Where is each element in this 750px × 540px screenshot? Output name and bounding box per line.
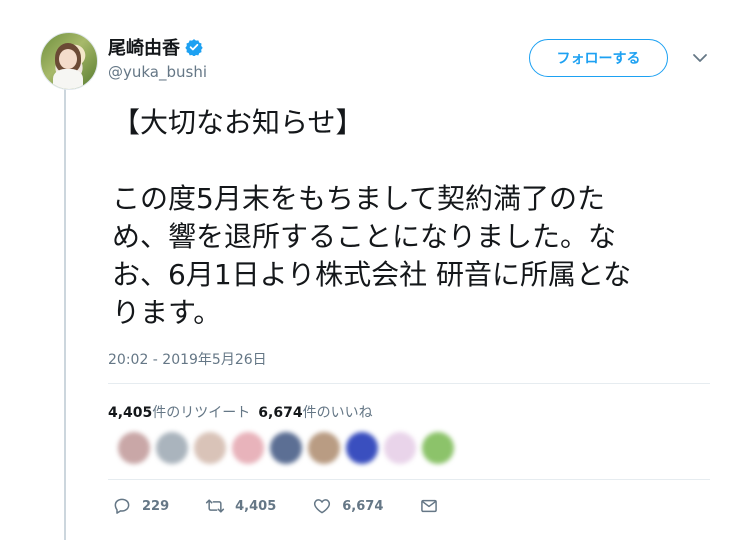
reply-count: 229 [142,498,170,514]
tweet-line: め、響を退所することになりました。な [112,220,617,253]
direct-message-button[interactable] [419,496,439,516]
tweet-text: 【大切なお知らせ】 この度5月末をもちまして契約満了のた め、響を退所することに… [112,104,717,332]
chevron-down-icon[interactable] [692,52,708,64]
retweet-stat-label: 件のリツイート [152,405,251,421]
like-stat[interactable]: 6,674件のいいね [258,402,372,422]
divider [108,479,710,480]
verified-badge-icon [185,39,203,56]
liker-avatar[interactable] [156,432,188,464]
reply-icon [114,498,130,514]
liker-avatar[interactable] [308,432,340,464]
retweet-stat[interactable]: 4,405件のリツイート [108,402,250,422]
tweet-actions: 229 4,405 6,674 [112,496,475,516]
retweet-stat-count: 4,405 [108,405,153,421]
tweet-timestamp[interactable]: 20:02 - 2019年5月26日 [108,349,267,369]
liker-avatar[interactable] [232,432,264,464]
liker-avatars [118,432,454,464]
envelope-icon [421,499,438,513]
like-count: 6,674 [342,498,384,514]
follow-button[interactable]: フォローする [529,39,668,77]
heart-icon [314,499,331,514]
liker-avatar[interactable] [118,432,150,464]
liker-avatar[interactable] [270,432,302,464]
avatar[interactable] [40,32,98,90]
liker-avatar[interactable] [194,432,226,464]
tweet-line: 【大切なお知らせ】 [112,106,364,139]
display-name[interactable]: 尾崎由香 [108,34,180,60]
like-stat-label: 件のいいね [302,405,373,421]
thread-line [64,88,66,540]
like-stat-count: 6,674 [258,405,303,421]
tweet-line: この度5月末をもちまして契約満了のた [112,182,605,215]
like-button[interactable]: 6,674 [312,496,383,516]
divider [108,383,710,384]
tweet-line: お、6月1日より株式会社 研音に所属とな [112,258,632,291]
retweet-icon [206,499,225,513]
user-handle[interactable]: @yuka_bushi [108,63,207,81]
liker-avatar[interactable] [422,432,454,464]
liker-avatar[interactable] [346,432,378,464]
liker-avatar[interactable] [384,432,416,464]
retweet-count: 4,405 [235,498,277,514]
retweet-button[interactable]: 4,405 [205,496,276,516]
tweet-stats: 4,405件のリツイート 6,674件のいいね [108,402,373,422]
user-name-row[interactable]: 尾崎由香 [108,34,203,60]
reply-button[interactable]: 229 [112,496,169,516]
tweet-line: ります。 [112,296,222,329]
